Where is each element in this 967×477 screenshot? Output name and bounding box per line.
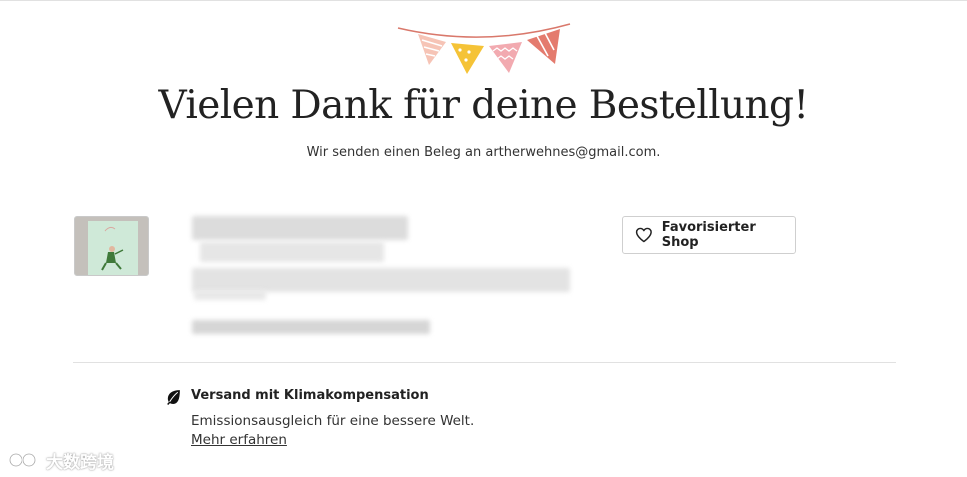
bunting-icon [397,23,571,74]
heart-icon [635,227,652,243]
shipping-title: Versand mit Klimakompensation [191,388,429,403]
shipping-description: Emissionsausgleich für eine bessere Welt… [191,413,475,429]
learn-more-link[interactable]: Mehr erfahren [191,431,287,449]
product-image [75,217,148,275]
watermark-text: 大数跨境 [46,452,114,473]
product-thumbnail[interactable] [74,216,149,276]
top-divider [0,0,967,1]
receipt-notice: Wir senden einen Beleg an artherwehnes@g… [306,145,661,160]
section-divider [73,362,896,363]
favorite-shop-button[interactable]: Favorisierter Shop [622,216,796,254]
leaf-icon [167,390,180,405]
favorite-shop-label: Favorisierter Shop [661,220,756,250]
watermark-logo-icon [8,452,37,468]
page-title: Vielen Dank für deine Bestellung! [158,83,810,128]
watermark: 大数跨境 [8,448,128,473]
